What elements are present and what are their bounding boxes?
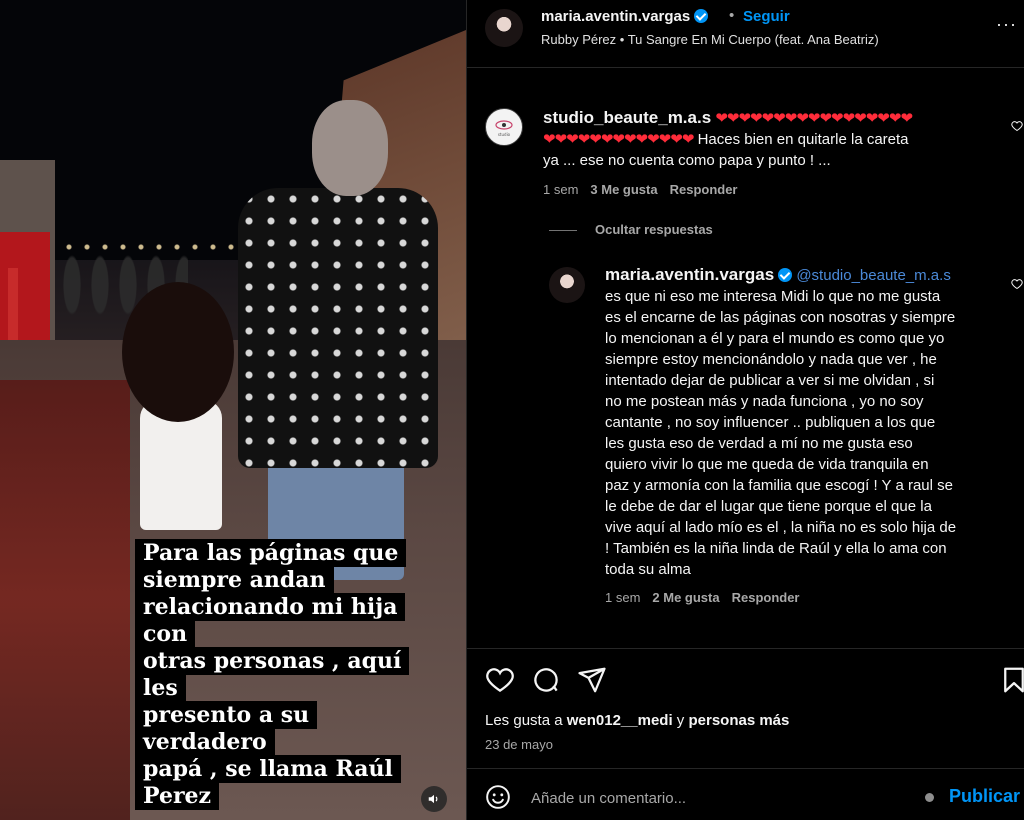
sound-toggle-button[interactable] bbox=[421, 786, 447, 812]
reply-line: es que ni eso me interesa Midi lo que no… bbox=[605, 288, 941, 305]
reply-button[interactable]: Responder bbox=[732, 590, 800, 605]
man-head bbox=[312, 100, 388, 196]
separator-dot: • bbox=[729, 7, 735, 24]
caption-line: presento a su verdadero bbox=[135, 701, 318, 756]
man-shirt bbox=[238, 188, 438, 468]
likes-summary[interactable]: Les gusta a wen012__medi y personas más bbox=[485, 712, 789, 729]
commenter-avatar[interactable]: studio bbox=[485, 108, 523, 146]
likes-user[interactable]: wen012__medi bbox=[567, 712, 673, 729]
reply-like-heart-icon[interactable] bbox=[1011, 278, 1023, 290]
reply-line: le debe de dar el lugar que tiene porque… bbox=[605, 498, 932, 515]
post-side-panel: maria.aventin.vargas • Seguir Rubby Pére… bbox=[466, 0, 1024, 820]
post-actions: Les gusta a wen012__medi y personas más … bbox=[467, 648, 1024, 768]
post-media[interactable]: Para las páginas que siempre andan relac… bbox=[0, 0, 466, 820]
typing-indicator-dot bbox=[925, 793, 934, 802]
comment-input[interactable] bbox=[531, 787, 911, 809]
author-avatar[interactable] bbox=[485, 9, 523, 47]
reply-line: les gusta eso de verdad a mí no me gusta… bbox=[605, 435, 913, 452]
caption-line: otras personas , aquí les bbox=[135, 647, 410, 702]
reply-likes-count[interactable]: 2 Me gusta bbox=[652, 590, 719, 605]
more-options-icon[interactable]: ··· bbox=[996, 14, 1017, 35]
reply-button[interactable]: Responder bbox=[670, 182, 738, 197]
author-username[interactable]: maria.aventin.vargas bbox=[541, 8, 690, 25]
comment-bubble-icon[interactable] bbox=[531, 665, 561, 695]
comment-composer: Publicar bbox=[467, 768, 1024, 820]
reply-mention-link[interactable]: @studio_beaute_m.a.s bbox=[796, 267, 951, 284]
speaker-icon bbox=[428, 794, 438, 804]
reply-line: intentado dejar de publicar a ver si me … bbox=[605, 372, 935, 389]
comment-body: studio_beaute_m.a.s ❤❤❤❤❤❤❤❤❤❤❤❤❤❤❤❤❤ ❤❤… bbox=[543, 107, 1003, 171]
verified-badge-icon bbox=[694, 9, 709, 23]
reply-line: vive aquí al lado mío es el , la niña no… bbox=[605, 519, 957, 536]
caption-line: papá , se llama Raúl bbox=[135, 755, 401, 783]
likes-others[interactable]: personas más bbox=[688, 712, 789, 729]
red-floor-glow bbox=[0, 380, 130, 820]
reply-line: no me postean más y nada funciona , yo n… bbox=[605, 393, 924, 410]
reply-line: quiero vivir lo que me queda de vida tra… bbox=[605, 456, 929, 473]
save-bookmark-icon[interactable] bbox=[999, 665, 1024, 695]
comment-time: 1 sem bbox=[543, 182, 579, 197]
comment-text-continued: ya ... ese no cuenta como papa y punto !… bbox=[543, 152, 831, 169]
verified-badge-icon bbox=[778, 268, 793, 282]
reply-avatar[interactable] bbox=[549, 267, 585, 303]
girl-hair bbox=[122, 282, 234, 422]
reply-meta: 1 sem 2 Me gusta Responder bbox=[605, 590, 800, 605]
likes-prefix: Les gusta a bbox=[485, 712, 567, 729]
comment-likes-count[interactable]: 3 Me gusta bbox=[590, 182, 657, 197]
likes-middle: y bbox=[672, 712, 689, 729]
like-heart-icon[interactable] bbox=[485, 665, 515, 695]
reply-username[interactable]: maria.aventin.vargas bbox=[605, 265, 774, 284]
comment-like-heart-icon[interactable] bbox=[1011, 120, 1023, 132]
caption-line: relacionando mi hija con bbox=[135, 593, 406, 648]
share-paper-plane-icon[interactable] bbox=[577, 665, 607, 695]
reply-line: paz y armonía con la familia que escogí … bbox=[605, 477, 953, 494]
reply-line: toda su alma bbox=[605, 561, 691, 578]
reply-line: siempre estoy mencionándolo y nada que v… bbox=[605, 351, 937, 368]
studio-logo-icon: studio bbox=[495, 120, 513, 137]
caption-line: Perez bbox=[135, 782, 220, 810]
hide-replies-button[interactable]: Ocultar respuestas bbox=[549, 222, 713, 237]
post-header: maria.aventin.vargas • Seguir Rubby Pére… bbox=[467, 0, 1024, 68]
reply-line: cantante , no soy influencer .. publique… bbox=[605, 414, 936, 431]
hearts-line-1: ❤❤❤❤❤❤❤❤❤❤❤❤❤❤❤❤❤ bbox=[715, 110, 913, 127]
caption-line: Para las páginas que bbox=[135, 539, 407, 567]
svg-text:studio: studio bbox=[498, 132, 511, 137]
reply-line: es el encarne de las páginas con nosotra… bbox=[605, 309, 956, 326]
post-date[interactable]: 23 de mayo bbox=[485, 737, 553, 752]
caption-line: siempre andan bbox=[135, 566, 334, 594]
comments-list[interactable]: studio studio_beaute_m.a.s ❤❤❤❤❤❤❤❤❤❤❤❤❤… bbox=[467, 68, 1024, 648]
comment-text: Haces bien en quitarle la careta bbox=[697, 131, 909, 148]
media-caption: Para las páginas que siempre andan relac… bbox=[135, 539, 445, 810]
reply-time: 1 sem bbox=[605, 590, 641, 605]
music-label[interactable]: Rubby Pérez • Tu Sangre En Mi Cuerpo (fe… bbox=[541, 32, 879, 47]
publish-button[interactable]: Publicar bbox=[949, 786, 1020, 807]
comment-meta: 1 sem 3 Me gusta Responder bbox=[543, 182, 738, 197]
hearts-line-2: ❤❤❤❤❤❤❤❤❤❤❤❤❤ bbox=[543, 131, 694, 148]
comment-username[interactable]: studio_beaute_m.a.s bbox=[543, 108, 711, 127]
reply-body: maria.aventin.vargas @studio_beaute_m.a.… bbox=[605, 264, 1015, 580]
emoji-icon[interactable] bbox=[485, 784, 511, 810]
reply-line: ! También es la niña linda de Raúl y ell… bbox=[605, 540, 947, 557]
follow-button[interactable]: Seguir bbox=[743, 8, 790, 25]
author-name-wrap: maria.aventin.vargas bbox=[541, 8, 709, 25]
reply-line: lo mencionan a él y para el mundo es com… bbox=[605, 330, 945, 347]
